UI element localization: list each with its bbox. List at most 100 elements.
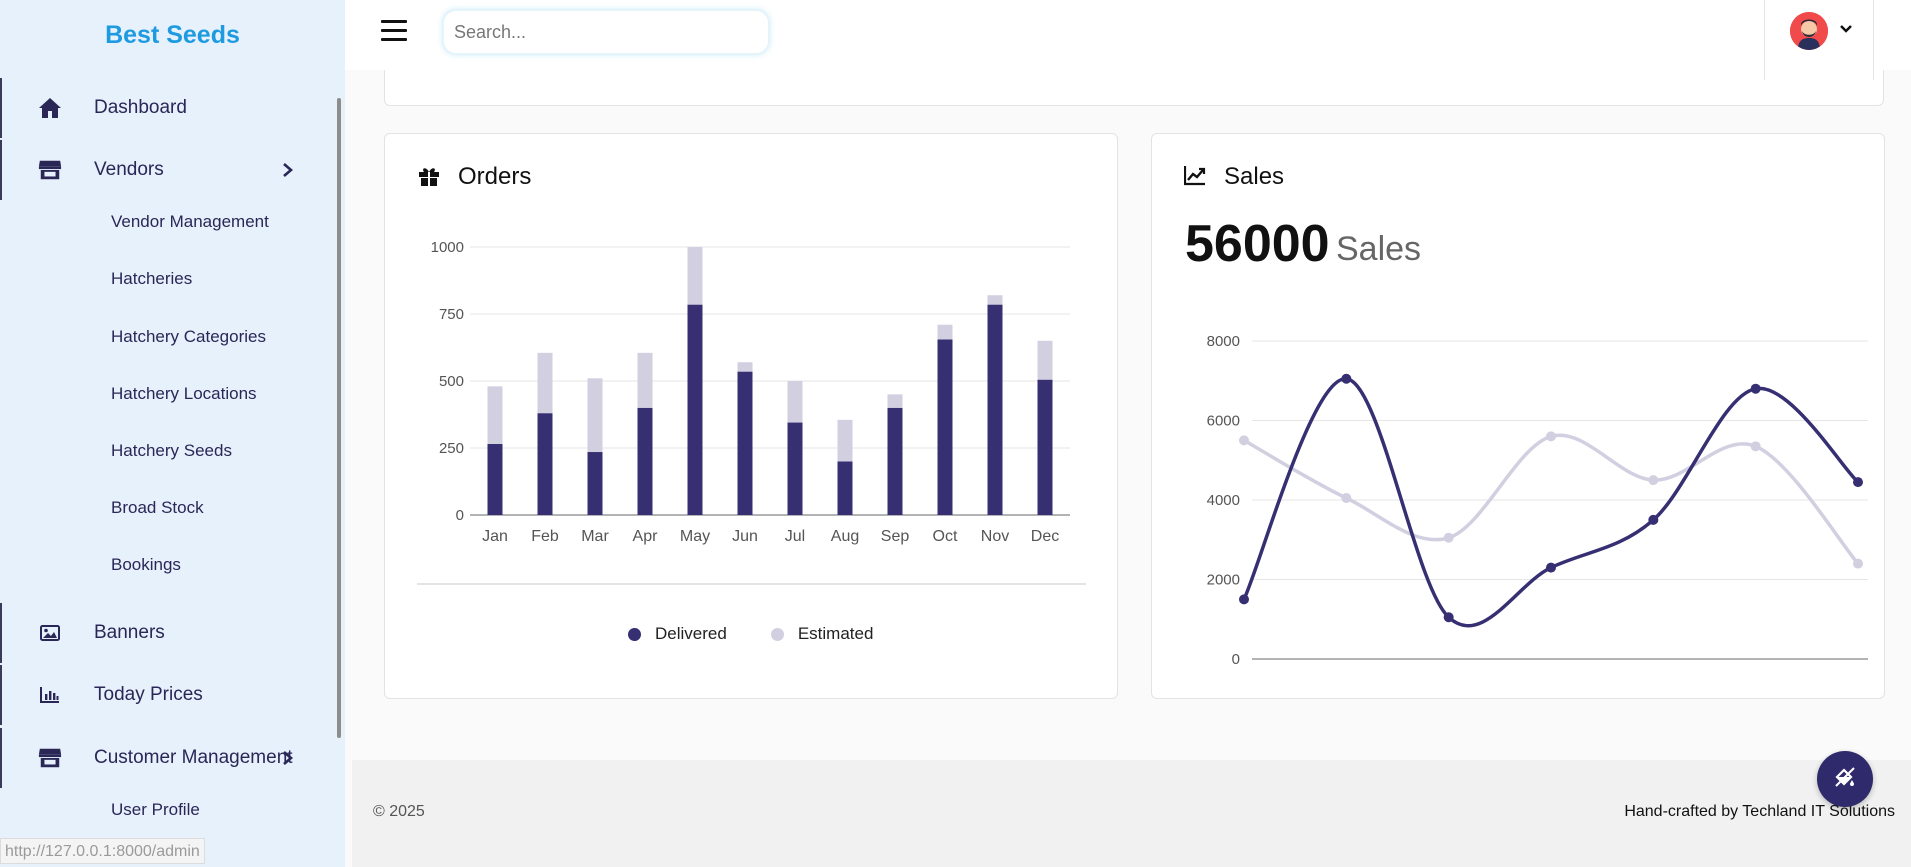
- sidebar-subitem-hatchery-categories[interactable]: Hatchery Categories: [111, 327, 266, 347]
- bar-delivered: [1037, 379, 1053, 515]
- point-estimated: [1443, 532, 1454, 543]
- point-estimated: [1341, 493, 1352, 504]
- y-tick-label: 8000: [1207, 333, 1240, 350]
- x-tick-label: Mar: [581, 528, 609, 545]
- sidebar-item-label: Today Prices: [94, 684, 203, 705]
- y-tick-label: 4000: [1207, 492, 1240, 509]
- x-tick-label: May: [680, 528, 710, 545]
- x-tick-label: Apr: [633, 528, 659, 545]
- sales-chart: 0 2000 4000 6000 8000: [1207, 333, 1868, 668]
- point-estimated: [1546, 431, 1556, 442]
- paint-bucket-icon: [1833, 765, 1857, 794]
- bar-delivered: [687, 304, 703, 515]
- point-delivered: [1341, 373, 1352, 384]
- store-icon: [38, 746, 62, 770]
- search-input[interactable]: [442, 9, 770, 55]
- legend-label-estimated[interactable]: Estimated: [798, 624, 874, 644]
- gift-icon: [418, 165, 442, 189]
- orders-card-header: Orders: [418, 163, 531, 191]
- bar-estimated: [587, 378, 603, 453]
- y-tick-label: 6000: [1207, 413, 1240, 430]
- sidebar-item-banners[interactable]: Banners: [0, 603, 338, 663]
- image-icon: [38, 621, 62, 645]
- sidebar-subitem-hatchery-locations[interactable]: Hatchery Locations: [111, 384, 257, 404]
- sidebar-subitem-broad-stock[interactable]: Broad Stock: [111, 498, 204, 518]
- point-estimated: [1239, 435, 1249, 446]
- x-tick-label: Jan: [482, 528, 508, 545]
- sidebar-subitem-user-profile[interactable]: User Profile: [111, 800, 200, 820]
- bar-estimated: [837, 419, 853, 462]
- point-delivered: [1750, 383, 1761, 394]
- top-bar: [345, 0, 1911, 80]
- bar-delivered: [537, 413, 553, 515]
- y-tick-label: 250: [439, 440, 464, 457]
- y-tick-label: 1000: [431, 239, 464, 256]
- sidebar-subitem-hatcheries[interactable]: Hatcheries: [111, 269, 192, 289]
- point-delivered: [1648, 514, 1659, 525]
- bar-estimated: [987, 295, 1003, 305]
- x-tick-label: Nov: [981, 528, 1009, 545]
- sidebar-item-label: Banners: [94, 622, 165, 643]
- menu-toggle-icon[interactable]: [381, 20, 407, 44]
- line-chart-icon: [1183, 165, 1208, 189]
- brand-logo[interactable]: Best Seeds: [0, 0, 345, 70]
- legend-swatch-estimated: [770, 627, 784, 641]
- legend-swatch-delivered: [628, 627, 641, 641]
- bar-delivered: [837, 461, 853, 515]
- point-delivered: [1546, 562, 1556, 573]
- user-menu[interactable]: [1764, 0, 1874, 80]
- chevron-right-icon[interactable]: [278, 748, 298, 768]
- x-tick-label: Dec: [1031, 528, 1059, 545]
- x-tick-label: Oct: [933, 528, 958, 545]
- chevron-right-icon[interactable]: [278, 160, 298, 180]
- orders-chart: 0 250 500 750 1000 Jan Feb Mar Apr May Jun Jul Aug Se…: [417, 239, 1086, 585]
- bar-delivered: [987, 304, 1003, 515]
- sidebar-item-today-prices[interactable]: Today Prices: [0, 665, 338, 725]
- sidebar-subitem-bookings[interactable]: Bookings: [111, 555, 181, 575]
- store-icon: [38, 158, 62, 182]
- orders-legend: Delivered Estimated: [628, 624, 873, 644]
- series-line-estimated: [1243, 433, 1860, 565]
- legend-label-delivered[interactable]: Delivered: [655, 624, 727, 644]
- series-line-delivered: [1242, 377, 1860, 628]
- bar-estimated: [537, 352, 553, 414]
- y-tick-label: 750: [439, 306, 464, 323]
- bar-delivered: [787, 422, 803, 515]
- y-tick-label: 2000: [1207, 572, 1240, 589]
- bar-estimated: [1037, 340, 1053, 380]
- y-tick-label: 0: [456, 507, 464, 524]
- point-delivered: [1853, 477, 1863, 488]
- sales-total: 56000: [1185, 215, 1330, 273]
- bar-estimated: [737, 362, 753, 372]
- sidebar-item-dashboard[interactable]: Dashboard: [0, 78, 338, 138]
- bar-delivered: [487, 443, 503, 515]
- bar-estimated: [937, 324, 953, 340]
- bar-estimated: [787, 381, 803, 423]
- bar-delivered: [737, 371, 753, 515]
- point-delivered: [1239, 594, 1249, 605]
- point-delivered: [1443, 612, 1454, 623]
- bar-estimated: [887, 394, 903, 408]
- x-tick-label: Aug: [831, 528, 859, 545]
- sidebar-item-customer-management[interactable]: Customer Management: [0, 728, 338, 788]
- bar-estimated: [637, 352, 653, 408]
- sidebar: Best Seeds Dashboard Vendors Vendor Mana…: [0, 0, 345, 867]
- sidebar-item-vendors[interactable]: Vendors: [0, 140, 338, 200]
- chevron-down-icon[interactable]: [1839, 22, 1853, 36]
- point-estimated: [1853, 558, 1863, 569]
- sidebar-item-label: Dashboard: [94, 97, 187, 118]
- bar-delivered: [937, 339, 953, 515]
- avatar[interactable]: [1790, 12, 1828, 50]
- x-tick-label: Jun: [732, 528, 758, 545]
- orders-card-title: Orders: [458, 163, 532, 190]
- theme-customizer-button[interactable]: [1817, 751, 1873, 807]
- sidebar-subitem-hatchery-seeds[interactable]: Hatchery Seeds: [111, 441, 232, 461]
- sidebar-item-label: Customer Management: [94, 747, 293, 768]
- sales-card-title: Sales: [1224, 163, 1285, 190]
- bar-estimated: [487, 386, 503, 444]
- point-estimated: [1648, 475, 1659, 486]
- x-tick-label: Feb: [531, 528, 559, 545]
- sidebar-subitem-vendor-management[interactable]: Vendor Management: [111, 212, 269, 232]
- x-tick-label: Sep: [881, 528, 910, 545]
- sidebar-item-label: Vendors: [94, 159, 164, 180]
